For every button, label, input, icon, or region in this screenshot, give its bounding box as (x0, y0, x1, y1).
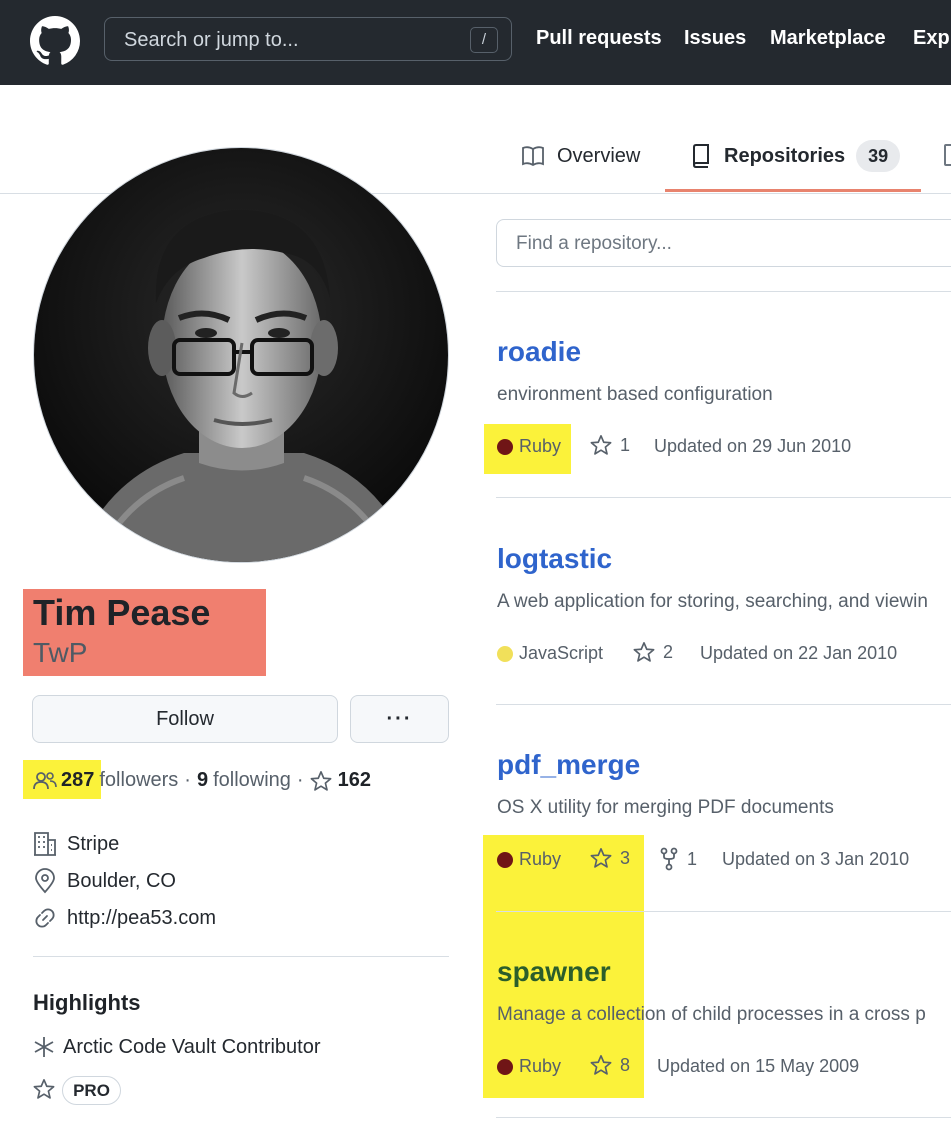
search-shortcut-key: / (470, 27, 498, 53)
nav-pull-requests[interactable]: Pull requests (536, 27, 662, 50)
star-icon (590, 848, 612, 868)
repo-stars-count: 2 (663, 641, 674, 662)
repo-description: OS X utility for merging PDF documents (497, 797, 834, 818)
location-item: Boulder, CO (33, 867, 176, 895)
highlight-arctic-text[interactable]: Arctic Code Vault Contributor (63, 1036, 321, 1059)
fork-icon (660, 847, 678, 871)
repo-language-label: Ruby (519, 1056, 562, 1076)
repo-language: JavaScript (497, 643, 603, 664)
star-icon (590, 1055, 612, 1075)
location-icon (35, 868, 55, 894)
nav-explore[interactable]: Expl (913, 27, 951, 50)
book-icon (522, 146, 544, 167)
location-text: Boulder, CO (67, 869, 176, 892)
repo-divider (496, 911, 951, 912)
ruby-language-dot (497, 438, 513, 455)
repo-icon (693, 144, 709, 168)
repo-updated: Updated on 22 Jan 2010 (700, 643, 898, 663)
repo-stars[interactable]: 8 (590, 1054, 630, 1076)
sidebar-divider (33, 956, 449, 957)
github-logo-icon[interactable] (30, 16, 80, 66)
tab-overview[interactable]: Overview (521, 136, 640, 176)
repo-stars[interactable]: 1 (590, 434, 630, 456)
repo-divider (496, 497, 951, 498)
repo-stars[interactable]: 2 (633, 641, 673, 663)
pro-badge: PRO (62, 1076, 121, 1105)
repo-language-label: Ruby (519, 436, 562, 456)
more-options-button[interactable]: ··· (350, 695, 449, 743)
star-icon (310, 770, 332, 791)
repo-name-link[interactable]: logtastic (497, 543, 612, 575)
repositories-count-badge: 39 (856, 140, 901, 172)
top-navigation-bar: Search or jump to... / Pull requests Iss… (0, 0, 951, 85)
website-link[interactable]: http://pea53.com (67, 907, 216, 930)
follow-button[interactable]: Follow (32, 695, 338, 743)
separator-dot: · (296, 769, 304, 791)
repo-description: environment based configuration (497, 384, 773, 405)
stars-count[interactable]: 162 (338, 769, 371, 792)
repo-language: Ruby (497, 436, 561, 457)
tab-repositories[interactable]: Repositories 39 (690, 136, 901, 176)
repo-stars-count: 3 (620, 847, 631, 868)
follow-stats: 287 followers · 9 following · 162 (33, 769, 371, 792)
tab-projects-icon[interactable] (944, 144, 951, 166)
find-repository-placeholder: Find a repository... (516, 233, 672, 254)
followers-label[interactable]: followers (99, 769, 178, 792)
ruby-language-dot (497, 1058, 513, 1075)
highlight-arctic-vault: Arctic Code Vault Contributor (33, 1033, 321, 1061)
tab-overview-label: Overview (557, 144, 641, 167)
nav-marketplace[interactable]: Marketplace (770, 27, 886, 50)
repo-language-label: Ruby (519, 849, 562, 869)
repo-name-link[interactable]: roadie (497, 336, 581, 368)
repo-name-link[interactable]: spawner (497, 956, 611, 988)
organization-icon (34, 832, 56, 856)
repo-forks[interactable]: 1 (659, 847, 697, 871)
avatar[interactable] (33, 147, 449, 563)
star-icon (33, 1079, 55, 1099)
repo-stars-count: 1 (620, 434, 631, 455)
following-label[interactable]: following (213, 769, 291, 792)
repo-stars[interactable]: 3 (590, 847, 630, 869)
javascript-language-dot (497, 645, 513, 662)
followers-count[interactable]: 287 (61, 769, 94, 792)
search-placeholder: Search or jump to... (124, 29, 299, 51)
highlights-heading: Highlights (33, 990, 141, 1015)
website-item: http://pea53.com (33, 904, 216, 932)
separator-dot: · (184, 769, 191, 791)
repo-language-label: JavaScript (519, 643, 604, 663)
company-name: Stripe (67, 832, 120, 855)
repo-forks-count: 1 (687, 848, 698, 869)
repo-description: A web application for storing, searching… (497, 591, 928, 612)
repo-name-link[interactable]: pdf_merge (497, 749, 640, 781)
tab-repositories-label: Repositories (724, 144, 846, 167)
snowflake-icon (34, 1037, 54, 1057)
repo-stars-count: 8 (620, 1054, 631, 1075)
star-icon (590, 435, 612, 455)
repo-divider (496, 1117, 951, 1118)
repo-divider (496, 704, 951, 705)
profile-username: TwP (33, 637, 88, 668)
repo-updated: Updated on 3 Jan 2010 (722, 849, 910, 869)
company-item: Stripe (33, 830, 119, 858)
link-icon (35, 908, 55, 928)
profile-full-name: Tim Pease (33, 592, 211, 633)
repo-description: Manage a collection of child processes i… (497, 1004, 926, 1025)
repo-updated: Updated on 15 May 2009 (657, 1056, 860, 1076)
repo-updated: Updated on 29 Jun 2010 (654, 436, 852, 456)
people-icon (33, 771, 57, 789)
repo-language: Ruby (497, 1056, 561, 1077)
active-tab-underline (665, 189, 921, 192)
find-repository-input[interactable]: Find a repository... (496, 219, 951, 267)
search-input[interactable]: Search or jump to... / (104, 17, 512, 61)
repo-language: Ruby (497, 849, 561, 870)
following-count[interactable]: 9 (197, 769, 208, 792)
ruby-language-dot (497, 851, 513, 868)
profile-photo (34, 148, 448, 562)
star-icon (633, 642, 655, 662)
repo-divider (496, 291, 951, 292)
nav-issues[interactable]: Issues (684, 27, 746, 50)
